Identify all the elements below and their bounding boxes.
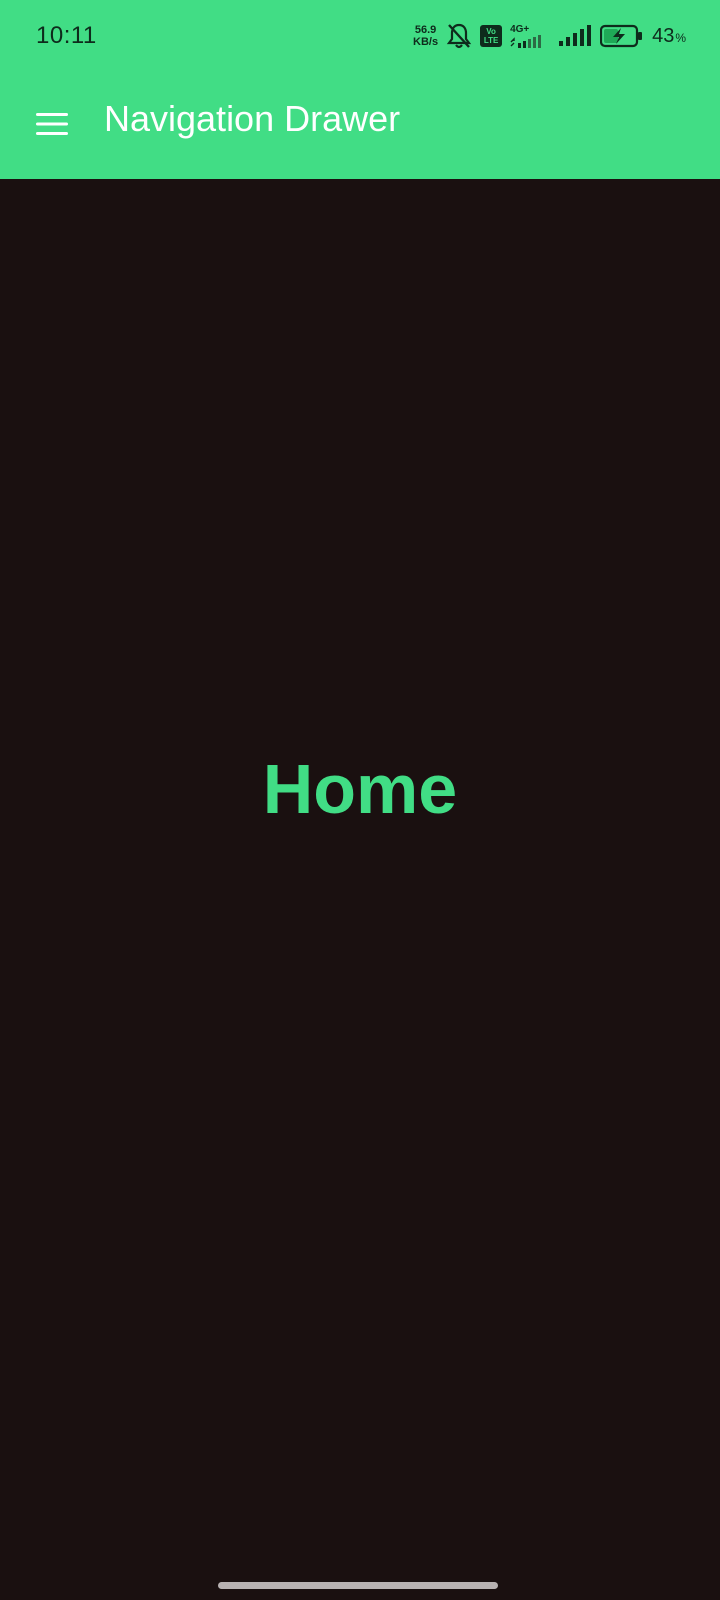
status-time: 10:11 xyxy=(36,22,97,49)
volte-top-text: Vo xyxy=(486,27,496,36)
app-title: Navigation Drawer xyxy=(104,98,401,139)
screen: 10:11 56.9 KB/s Vo LTE 4G+ 43 % Navigati… xyxy=(0,0,720,1600)
app-bar: Navigation Drawer xyxy=(0,72,720,179)
status-bar: 10:11 56.9 KB/s Vo LTE 4G+ 43 % xyxy=(0,0,720,72)
network-speed-value: 56.9 xyxy=(414,24,437,36)
hamburger-menu-icon xyxy=(36,113,68,135)
main-content: Home xyxy=(0,179,720,1600)
battery-charging-icon xyxy=(600,24,644,48)
battery-percentage: 43% xyxy=(652,25,686,48)
gesture-nav-handle[interactable] xyxy=(218,1582,498,1589)
status-icons: 56.9 KB/s Vo LTE 4G+ 43 % xyxy=(413,20,686,52)
network-type: 4G+ xyxy=(510,24,550,49)
signal-icon xyxy=(510,34,542,48)
battery-unit: % xyxy=(675,30,686,45)
menu-button[interactable] xyxy=(24,96,80,152)
network-type-label: 4G+ xyxy=(510,23,530,35)
volte-icon: Vo LTE xyxy=(480,25,503,47)
signal-icon xyxy=(558,25,592,47)
home-label: Home xyxy=(262,750,458,828)
volte-bottom-text: LTE xyxy=(483,36,499,45)
bell-muted-icon xyxy=(446,22,472,50)
battery-level: 43 xyxy=(652,24,675,47)
top-area: 10:11 56.9 KB/s Vo LTE 4G+ 43 % Navigati… xyxy=(0,0,720,179)
network-speed-unit: KB/s xyxy=(413,36,439,48)
network-speed: 56.9 KB/s xyxy=(413,24,438,48)
